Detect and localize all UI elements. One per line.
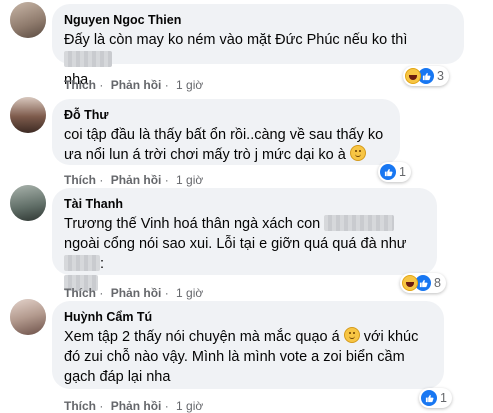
haha-icon	[405, 68, 421, 84]
reply-action[interactable]: Phản hồi	[111, 399, 162, 413]
censored-text	[324, 215, 395, 231]
censored-text	[64, 51, 112, 67]
avatar[interactable]	[10, 2, 46, 38]
comment-author[interactable]: Nguyen Ngoc Thien	[64, 12, 452, 28]
reaction-summary[interactable]: 3	[403, 66, 449, 86]
comment-text: Xem tập 2 thấy nói chuyện mà mắc quạo á …	[64, 327, 419, 385]
reaction-summary[interactable]: 1	[419, 388, 452, 408]
comment-bubble: Nguyen Ngoc Thien Đấy là còn may ko ném …	[52, 4, 464, 88]
comment-text: coi tập đầu là thấy bất ổn rồi..càng về …	[64, 127, 384, 163]
comment-bubble: Đỗ Thư coi tập đầu là thấy bất ổn rồi..c…	[52, 99, 400, 165]
like-icon	[421, 390, 437, 406]
smile-emoji-icon	[343, 327, 360, 343]
confused-emoji-icon	[349, 145, 366, 161]
reaction-count: 1	[399, 165, 406, 179]
avatar[interactable]	[10, 185, 46, 221]
comment-3: Tài Thanh Trương thế Vinh hoá thân ngà x…	[0, 185, 493, 300]
like-action[interactable]: Thích	[64, 78, 96, 92]
like-action[interactable]: Thích	[64, 399, 96, 413]
comment-1: Nguyen Ngoc Thien Đấy là còn may ko ném …	[0, 0, 493, 95]
comment-author[interactable]: Huỳnh Cẩm Tú	[64, 309, 432, 325]
reaction-count: 8	[434, 276, 441, 290]
censored-text	[64, 255, 100, 271]
comment-time[interactable]: 1 giờ	[176, 399, 203, 413]
avatar[interactable]	[10, 299, 46, 335]
like-icon	[380, 164, 396, 180]
comment-4: Huỳnh Cẩm Tú Xem tập 2 thấy nói chuyện m…	[0, 297, 493, 413]
comment-2: Đỗ Thư coi tập đầu là thấy bất ổn rồi..c…	[0, 95, 493, 187]
haha-icon	[402, 275, 418, 291]
avatar[interactable]	[10, 97, 46, 133]
reaction-count: 1	[440, 391, 447, 405]
reaction-count: 3	[437, 69, 444, 83]
comment-bubble: Huỳnh Cẩm Tú Xem tập 2 thấy nói chuyện m…	[52, 301, 444, 389]
comment-text: Trương thế Vinh hoá thân ngà xách con ng…	[64, 214, 425, 294]
reply-action[interactable]: Phản hồi	[111, 78, 162, 92]
comment-bubble: Tài Thanh Trương thế Vinh hoá thân ngà x…	[52, 188, 437, 291]
comment-author[interactable]: Đỗ Thư	[64, 107, 388, 123]
reaction-summary[interactable]: 1	[378, 162, 411, 182]
comment-author[interactable]: Tài Thanh	[64, 196, 425, 212]
comment-actions: Thích · Phản hồi · 1 giờ	[64, 399, 204, 413]
comment-time[interactable]: 1 giờ	[176, 78, 203, 92]
comment-actions: Thích · Phản hồi · 1 giờ	[64, 78, 204, 92]
reaction-summary[interactable]: 8	[400, 273, 446, 293]
